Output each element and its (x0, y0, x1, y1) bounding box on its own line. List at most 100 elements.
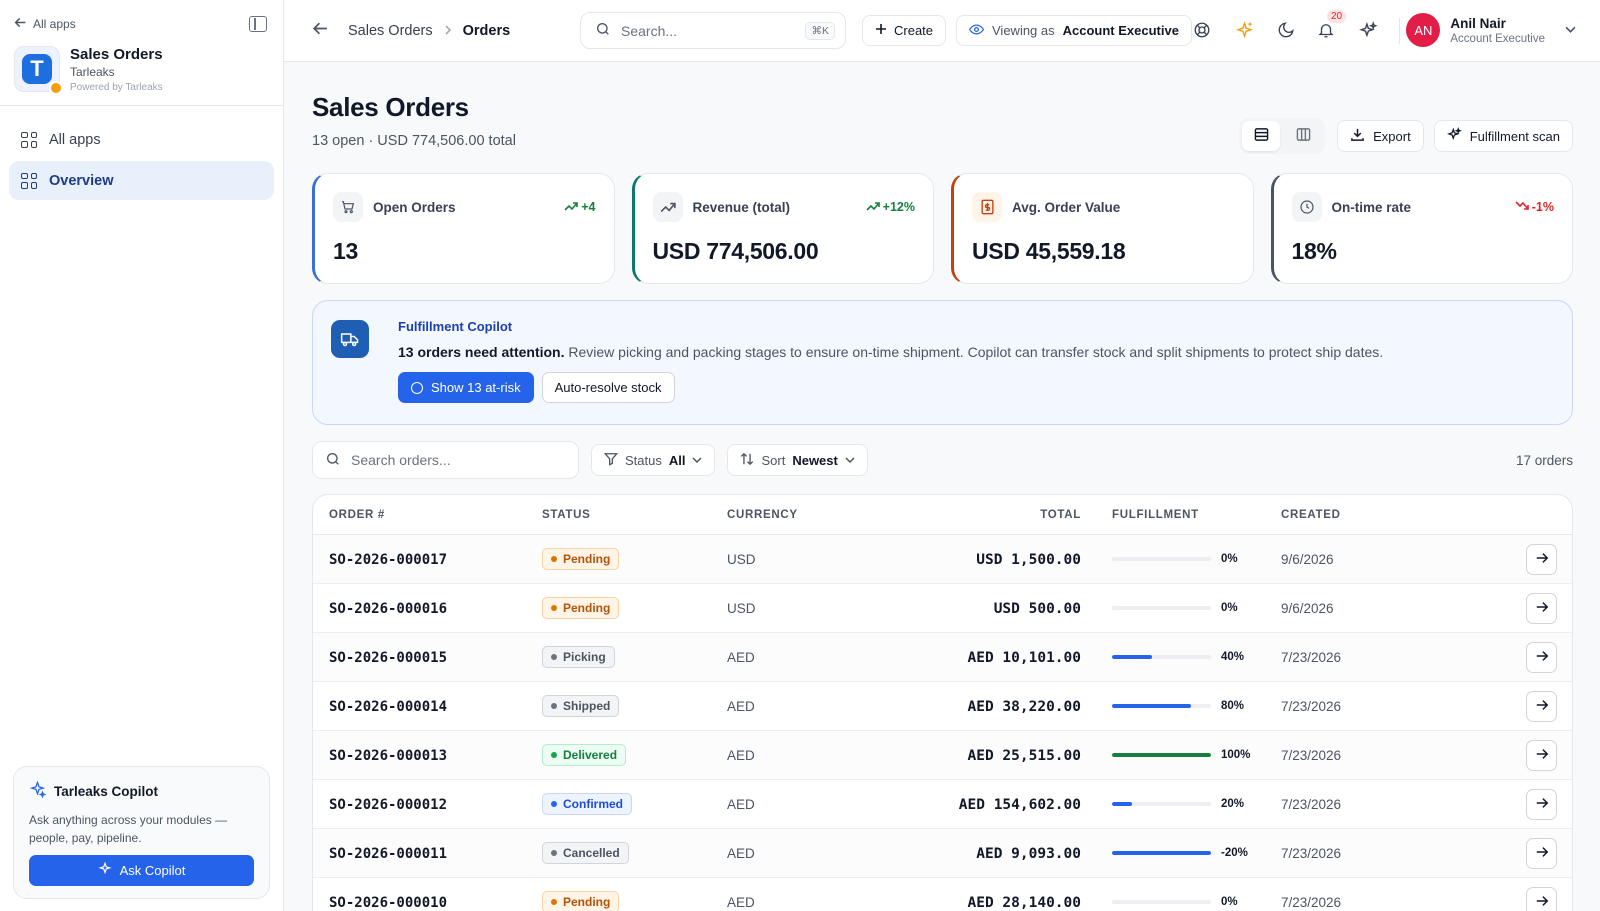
open-order-button[interactable] (1526, 690, 1557, 722)
kpi-card-open-orders: Open Orders +4 13 (312, 173, 615, 284)
viewing-as-role-selector[interactable]: Viewing as Account Executive (956, 15, 1192, 46)
fulfillment-progress: 20% (1112, 798, 1281, 810)
user-menu[interactable]: AN Anil Nair Account Executive (1406, 13, 1576, 47)
sidebar-item-overview[interactable]: Overview (9, 161, 274, 200)
column-header-total[interactable]: TOTAL (847, 509, 1081, 521)
column-header-fulfillment[interactable]: FULFILLMENT (1081, 509, 1281, 521)
filter-funnel-icon (603, 452, 619, 469)
fulfillment-progress: -20% (1112, 847, 1281, 859)
order-number[interactable]: SO-2026-000016 (329, 601, 447, 617)
arrow-right-icon (1535, 894, 1549, 911)
table-view-button[interactable] (1242, 121, 1281, 151)
fulfillment-scan-label: Fulfillment scan (1469, 128, 1560, 144)
status-badge: Pending (542, 891, 620, 911)
open-order-button[interactable] (1526, 592, 1557, 624)
progress-fill (1112, 753, 1211, 757)
status-filter-dropdown[interactable]: Status All (591, 444, 716, 476)
chevron-down-icon (1565, 22, 1576, 38)
show-at-risk-button[interactable]: Show 13 at-risk (398, 372, 534, 403)
create-label: Create (894, 23, 934, 38)
table-header: ORDER # STATUS CURRENCY TOTAL FULFILLMEN… (313, 495, 1572, 535)
kpi-label: Avg. Order Value (1012, 199, 1121, 215)
kpi-cards: Open Orders +4 13 Revenue (total) +12% U… (312, 173, 1573, 284)
app-title: Sales Orders (70, 46, 163, 63)
help-lifebuoy-icon[interactable] (1192, 20, 1212, 40)
order-number[interactable]: SO-2026-000014 (329, 699, 447, 715)
sort-dropdown[interactable]: Sort Newest (727, 444, 868, 476)
arrow-right-icon (1535, 600, 1549, 617)
kpi-value: 18% (1291, 238, 1337, 264)
open-order-button[interactable] (1526, 788, 1557, 820)
column-header-created[interactable]: CREATED (1281, 509, 1481, 521)
board-view-button[interactable] (1284, 121, 1322, 151)
copilot-card-title: Tarleaks Copilot (54, 783, 159, 799)
export-button[interactable]: Export (1337, 120, 1424, 152)
chevron-right-icon (443, 23, 453, 39)
status-badge: Cancelled (542, 842, 629, 864)
ask-copilot-label: Ask Copilot (119, 863, 186, 878)
fulfillment-progress: 0% (1112, 896, 1281, 908)
table-body: SO-2026-000017 Pending USD USD 1,500.00 … (313, 535, 1572, 911)
table-row[interactable]: SO-2026-000014 Shipped AED AED 38,220.00… (313, 682, 1572, 731)
table-row[interactable]: SO-2026-000013 Delivered AED AED 25,515.… (313, 731, 1572, 780)
back-arrow-icon[interactable] (312, 20, 330, 42)
status-dot (551, 899, 557, 905)
column-header-status[interactable]: STATUS (542, 509, 727, 521)
table-row[interactable]: SO-2026-000010 Pending AED AED 28,140.00… (313, 878, 1572, 911)
progress-fill (1112, 851, 1211, 855)
status-label: Cancelled (563, 846, 620, 860)
global-search-input[interactable]: Search... ⌘K (580, 12, 846, 49)
order-number[interactable]: SO-2026-000011 (329, 846, 447, 862)
column-header-order[interactable]: ORDER # (313, 509, 542, 521)
export-label: Export (1373, 128, 1411, 144)
table-list-icon (1254, 127, 1269, 145)
fulfillment-scan-button[interactable]: Fulfillment scan (1433, 120, 1573, 152)
auto-resolve-stock-button[interactable]: Auto-resolve stock (541, 372, 675, 403)
order-search-input[interactable] (351, 452, 551, 468)
created-date: 7/23/2026 (1281, 699, 1342, 714)
order-number[interactable]: SO-2026-000015 (329, 650, 447, 666)
created-date: 7/23/2026 (1281, 650, 1342, 665)
order-number[interactable]: SO-2026-000012 (329, 797, 447, 813)
avatar: AN (1406, 13, 1441, 47)
open-order-button[interactable] (1526, 543, 1557, 575)
dark-mode-moon-icon[interactable] (1276, 20, 1296, 40)
fulfillment-percent: 80% (1221, 700, 1245, 712)
arrow-right-icon (1535, 747, 1549, 764)
back-to-all-apps-link[interactable]: All apps (14, 16, 269, 32)
open-order-button[interactable] (1526, 837, 1557, 869)
order-number[interactable]: SO-2026-000017 (329, 552, 447, 568)
table-row[interactable]: SO-2026-000011 Cancelled AED AED 9,093.0… (313, 829, 1572, 878)
open-order-button[interactable] (1526, 739, 1557, 771)
table-row[interactable]: SO-2026-000016 Pending USD USD 500.00 0%… (313, 584, 1572, 633)
collapse-sidebar-icon[interactable] (249, 16, 267, 32)
arrow-right-icon (1535, 551, 1549, 568)
notifications-bell-icon[interactable]: 20 (1316, 10, 1347, 40)
order-total: USD 500.00 (993, 600, 1081, 617)
create-button[interactable]: Create (862, 15, 947, 46)
kpi-trend: +12% (866, 200, 915, 214)
sidebar-item-all-apps[interactable]: All apps (9, 120, 274, 159)
order-search-field[interactable] (312, 441, 579, 479)
status-label: Pending (563, 552, 611, 566)
open-order-button[interactable] (1526, 641, 1557, 673)
ai-sparkle-icon[interactable] (1234, 20, 1254, 40)
trend-up-icon (564, 200, 579, 214)
table-row[interactable]: SO-2026-000012 Confirmed AED AED 154,602… (313, 780, 1572, 829)
progress-track (1112, 802, 1211, 806)
ask-copilot-button[interactable]: Ask Copilot (29, 855, 254, 886)
order-number[interactable]: SO-2026-000013 (329, 748, 447, 764)
table-row[interactable]: SO-2026-000015 Picking AED AED 10,101.00… (313, 633, 1572, 682)
open-order-button[interactable] (1526, 886, 1557, 911)
assistant-sparkles-icon[interactable] (1358, 20, 1378, 40)
page-content: Sales Orders 13 open · USD 774,506.00 to… (284, 62, 1600, 911)
arrow-right-icon (1535, 649, 1549, 666)
status-dot (551, 556, 557, 562)
receipt-icon (972, 192, 1002, 222)
table-row[interactable]: SO-2026-000017 Pending USD USD 1,500.00 … (313, 535, 1572, 584)
status-dot (551, 850, 557, 856)
breadcrumb-parent[interactable]: Sales Orders (348, 23, 433, 39)
column-header-currency[interactable]: CURRENCY (727, 509, 847, 521)
order-number[interactable]: SO-2026-000010 (329, 895, 447, 911)
fulfillment-percent: 0% (1221, 896, 1238, 908)
